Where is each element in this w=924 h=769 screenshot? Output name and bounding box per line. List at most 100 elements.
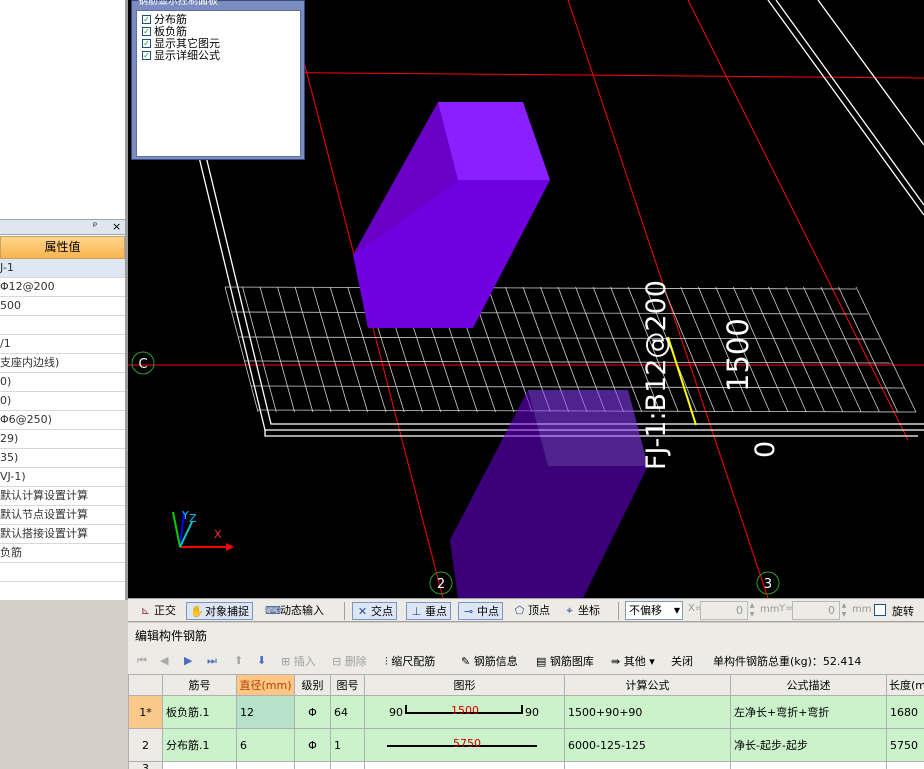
y-input[interactable]: 0 (792, 601, 840, 620)
cell-description[interactable]: 净长-起步-起步 (730, 728, 887, 762)
property-value[interactable]: 0) (0, 392, 125, 411)
cell-shape-no[interactable] (330, 761, 365, 769)
cell-shape-no[interactable]: 64 (330, 695, 365, 729)
object-snap-label: 对象捕捉 (205, 605, 249, 618)
property-value[interactable]: 默认计算设置计算 (0, 487, 125, 506)
object-snap-button[interactable]: ✋对象捕捉 (186, 602, 253, 620)
column-header[interactable]: 图形 (364, 674, 565, 696)
checkbox-icon[interactable]: ✓ (142, 26, 151, 36)
axis-label-2: 2 (437, 577, 445, 592)
row-number[interactable]: 2 (128, 728, 163, 762)
cell-diameter[interactable] (236, 761, 295, 769)
vertex-icon: ⬠ (514, 603, 525, 617)
column-header[interactable]: 直径(mm) (236, 674, 295, 696)
property-value[interactable]: Φ6@250) (0, 411, 125, 430)
delete-button[interactable]: ⊟ 删除 (332, 653, 367, 670)
last-record-icon[interactable]: ⏭ (207, 654, 217, 668)
intersection-icon: ✕ (357, 604, 368, 618)
orthogonal-button[interactable]: ⊾ 正交 (136, 602, 179, 620)
insert-button[interactable]: ⊞ 插入 (281, 653, 316, 670)
column-header[interactable]: 计算公式 (564, 674, 731, 696)
cell-shape[interactable]: 90 1500 90 (364, 695, 565, 729)
cell-grade[interactable]: Φ (294, 695, 331, 729)
pin-icon[interactable]: ᵖ (93, 220, 97, 234)
next-record-icon[interactable]: ▶ (184, 654, 192, 667)
cell-grade[interactable] (294, 761, 331, 769)
property-value[interactable]: VJ-1) (0, 468, 125, 487)
cell-description[interactable] (730, 761, 887, 769)
property-value[interactable]: /1 (0, 335, 125, 354)
column-header[interactable]: 长度(m (886, 674, 924, 696)
rebar-library-icon: ▤ (536, 655, 550, 668)
scale-rebar-button[interactable]: ⫶ 缩尺配筋 (385, 653, 435, 670)
cell-diameter[interactable]: 12 (236, 695, 295, 729)
property-value[interactable] (0, 563, 125, 582)
cell-shape[interactable]: 5750 (364, 728, 565, 762)
cell-name[interactable]: 板负筋.1 (162, 695, 237, 729)
rotate-checkbox[interactable] (874, 604, 886, 616)
property-value[interactable]: 负筋 (0, 544, 125, 563)
move-down-icon[interactable]: ⬇ (257, 654, 266, 667)
checkbox-show-formula[interactable]: ✓ 显示详细公式 (142, 50, 220, 62)
table-row[interactable]: 3 (128, 761, 924, 769)
cell-formula[interactable]: 6000-125-125 (564, 728, 731, 762)
cell-name[interactable]: 分布筋.1 (162, 728, 237, 762)
move-up-icon[interactable]: ⬆ (234, 654, 243, 667)
property-value[interactable] (0, 316, 125, 335)
close-button[interactable]: 关闭 (671, 653, 693, 670)
cell-length[interactable]: 5750 (886, 728, 924, 762)
edit-rebar-panel-title: 编辑构件钢筋 (128, 623, 924, 649)
first-record-icon[interactable]: ⏮ (137, 654, 147, 668)
property-value[interactable]: 29) (0, 430, 125, 449)
cell-formula[interactable]: 1500+90+90 (564, 695, 731, 729)
dynamic-input-button[interactable]: ⌨动态输入 (262, 602, 327, 620)
property-value[interactable]: 默认节点设置计算 (0, 506, 125, 525)
row-number[interactable]: 3 (128, 761, 163, 769)
property-value[interactable]: 默认搭接设置计算 (0, 525, 125, 544)
intersection-snap-button[interactable]: ✕ 交点 (352, 602, 397, 620)
row-number[interactable]: 1* (128, 695, 163, 729)
table-row[interactable]: 2 分布筋.1 6 Φ 1 5750 6000-125-125 净长-起步-起步… (128, 728, 924, 762)
checkbox-icon[interactable]: ✓ (142, 50, 151, 60)
checkbox-icon[interactable]: ✓ (142, 14, 151, 24)
property-value[interactable] (0, 582, 125, 600)
rebar-library-button[interactable]: ▤ 钢筋图库 (536, 653, 594, 670)
negative-bar (803, 286, 862, 413)
negative-bar (312, 286, 350, 413)
coordinate-snap-button[interactable]: ⌖ 坐标 (560, 602, 603, 620)
property-value[interactable]: 35) (0, 449, 125, 468)
cell-shape-no[interactable]: 1 (330, 728, 365, 762)
cell-length[interactable]: 1680 (886, 695, 924, 729)
cell-grade[interactable]: Φ (294, 728, 331, 762)
close-icon[interactable]: × (112, 220, 121, 234)
column-header[interactable]: 公式描述 (730, 674, 887, 696)
checkbox-icon[interactable]: ✓ (142, 38, 151, 48)
property-value[interactable]: 0) (0, 373, 125, 392)
vertex-snap-button[interactable]: ⬠ 顶点 (510, 602, 553, 620)
other-label: 其他 (623, 655, 646, 668)
cell-formula[interactable] (564, 761, 731, 769)
table-row[interactable]: 1* 板负筋.1 12 Φ 64 90 1500 90 1500+90+90 左… (128, 695, 924, 729)
property-value[interactable]: J-1 (0, 259, 125, 278)
cell-name[interactable] (162, 761, 237, 769)
offset-mode-select[interactable]: 不偏移 ▼ (625, 601, 683, 620)
perpendicular-snap-button[interactable]: ⊥ 垂点 (406, 602, 451, 620)
x-input[interactable]: 0 (700, 601, 748, 620)
cell-shape[interactable] (364, 761, 565, 769)
property-value[interactable]: 500 (0, 297, 125, 316)
table-header-row: 筋号 直径(mm) 级别 图号 图形 计算公式 公式描述 长度(m (128, 674, 924, 696)
rebar-info-button[interactable]: ✎ 钢筋信息 (461, 653, 518, 670)
other-button[interactable]: ⇛ 其他 ▾ (611, 653, 655, 670)
column-header[interactable]: 图号 (330, 674, 365, 696)
property-value[interactable]: 支座内边线) (0, 354, 125, 373)
y-spinner[interactable]: ▲ ▼ (840, 601, 848, 620)
cell-description[interactable]: 左净长+弯折+弯折 (730, 695, 887, 729)
prev-record-icon[interactable]: ◀ (160, 654, 168, 667)
cell-diameter[interactable]: 6 (236, 728, 295, 762)
x-spinner[interactable]: ▲ ▼ (748, 601, 756, 620)
column-header[interactable]: 筋号 (162, 674, 237, 696)
cell-length[interactable] (886, 761, 924, 769)
property-value[interactable]: Φ12@200 (0, 278, 125, 297)
midpoint-snap-button[interactable]: ⊸ 中点 (458, 602, 503, 620)
column-header[interactable]: 级别 (294, 674, 331, 696)
